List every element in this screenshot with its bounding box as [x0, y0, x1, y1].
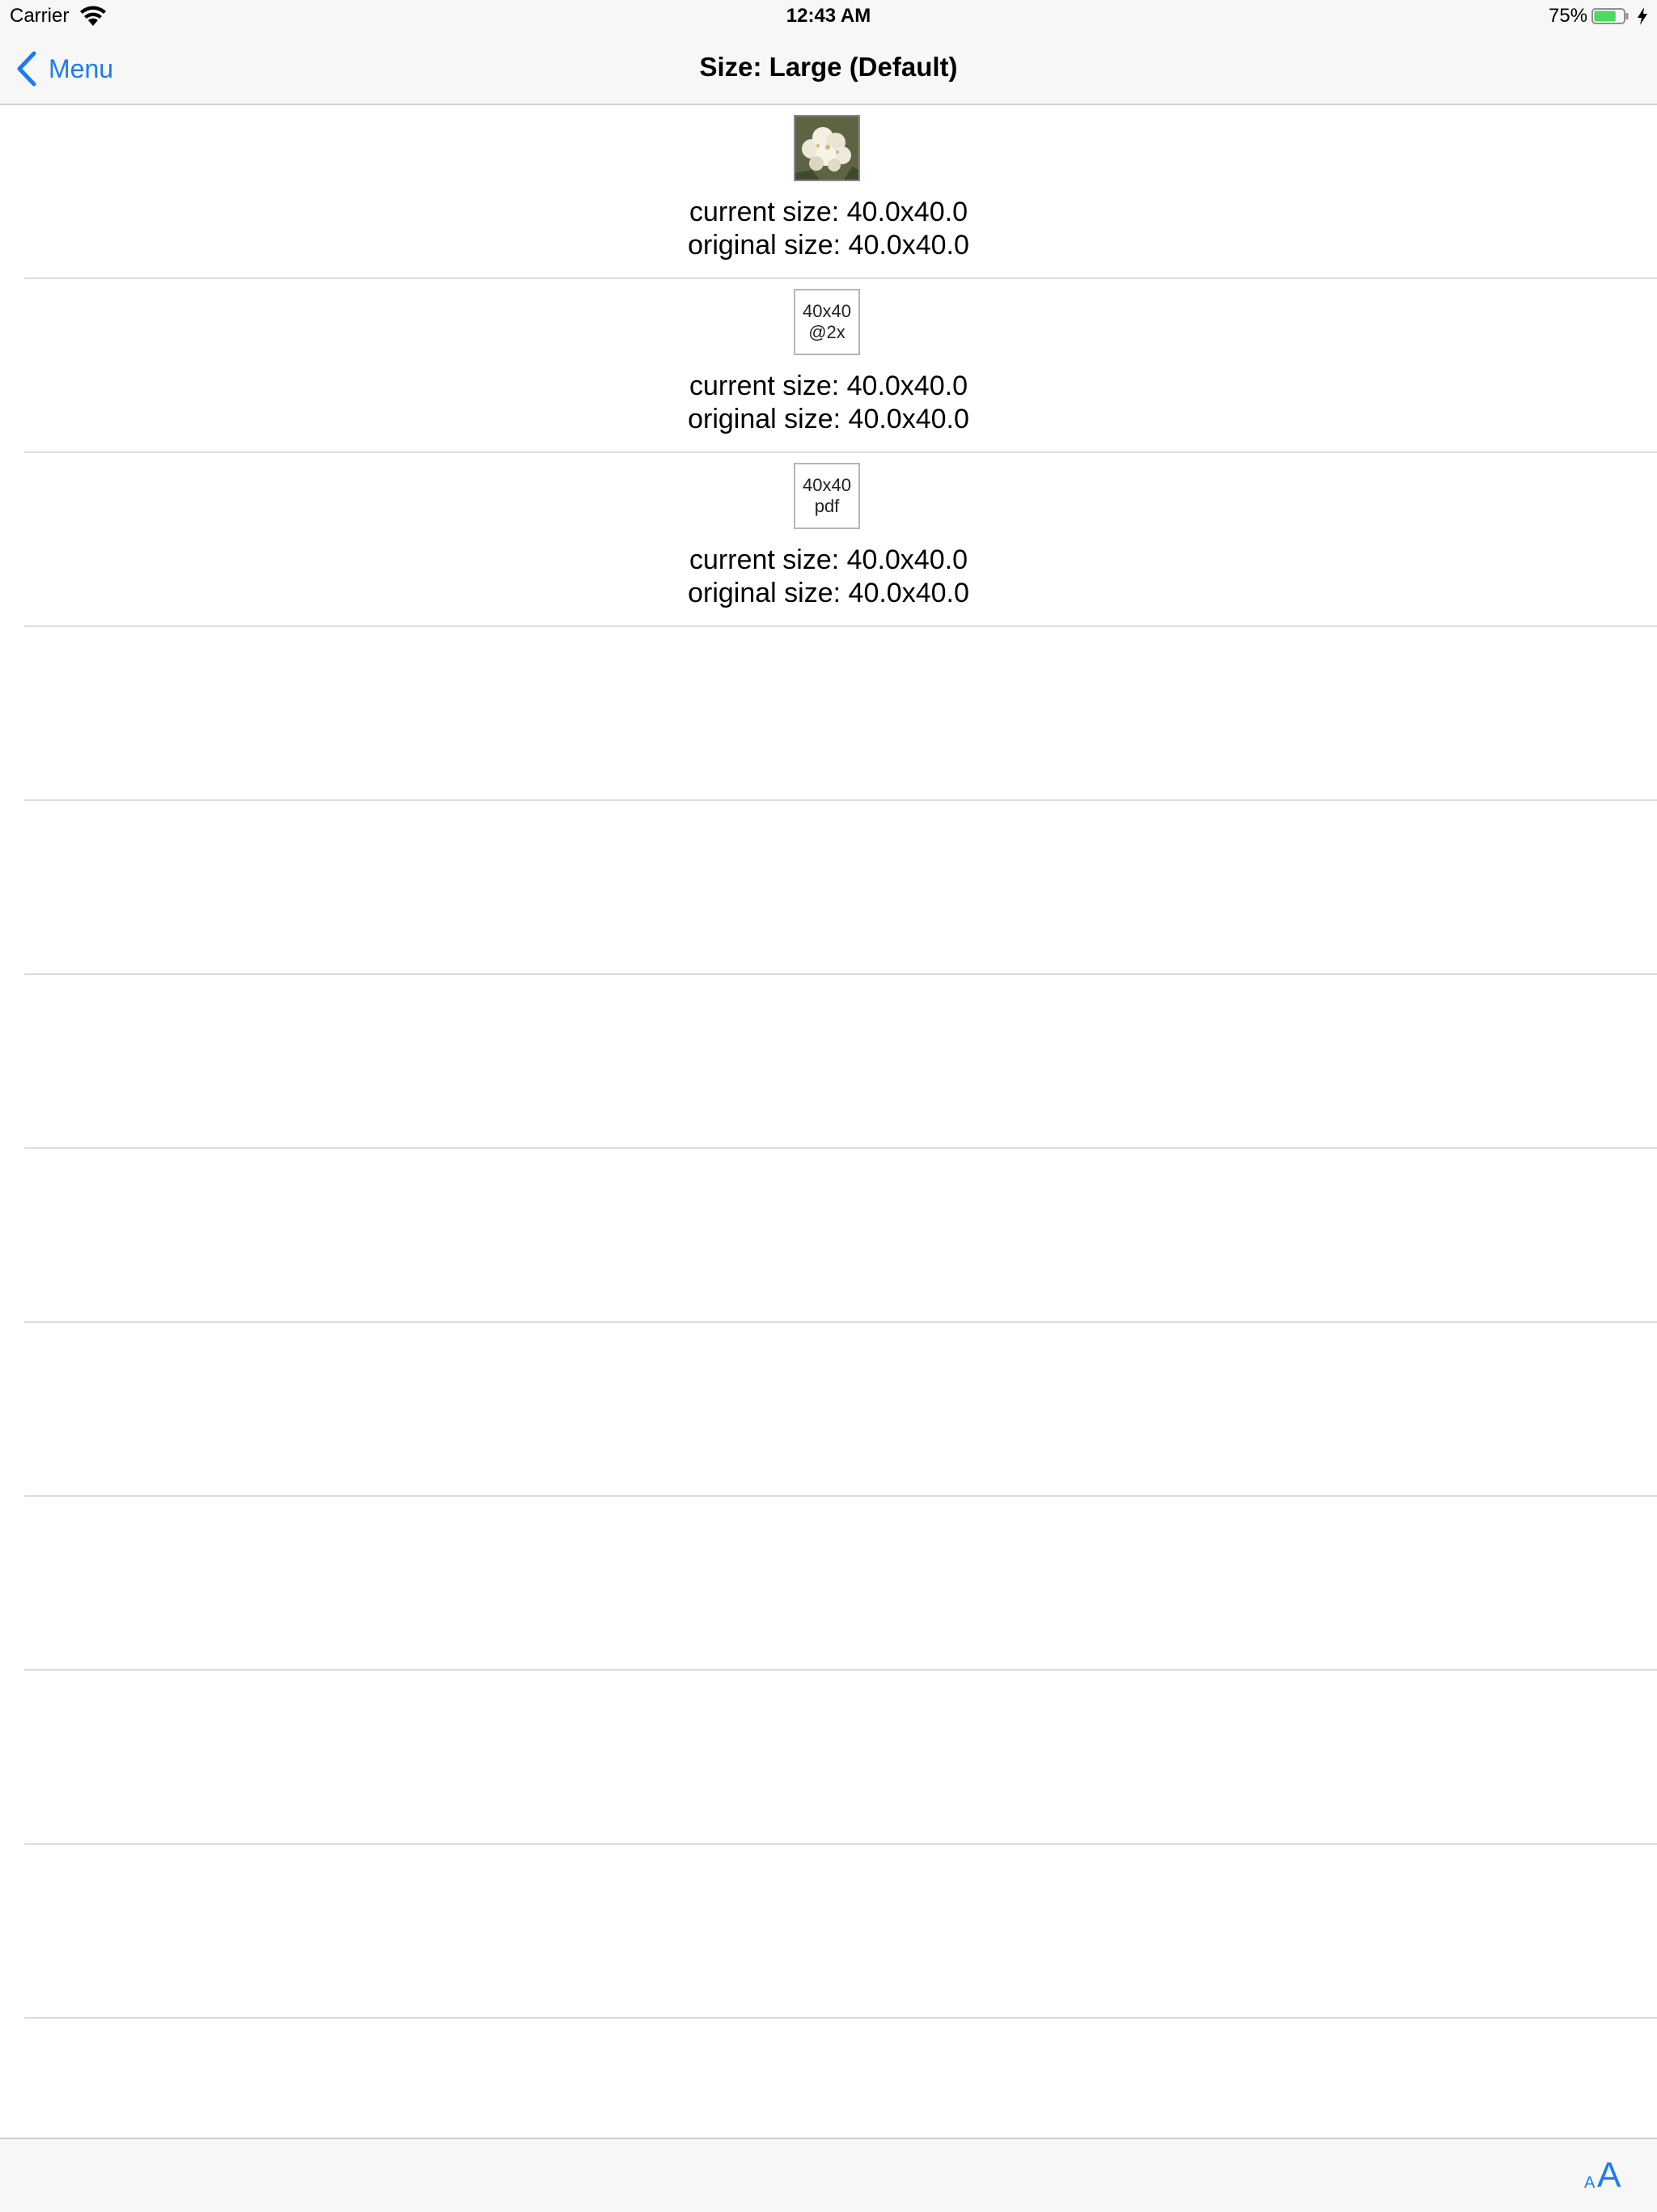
- flower-photo-image: [794, 115, 860, 181]
- current-size-label: current size: 40.0x40.0: [689, 545, 968, 575]
- empty-row: [0, 1323, 1657, 1497]
- empty-row: [0, 975, 1657, 1149]
- image-size-label: 40x40: [803, 475, 851, 495]
- navigation-bar: Menu Size: Large (Default): [0, 34, 1657, 105]
- empty-row: [0, 1845, 1657, 2019]
- charging-bolt-icon: [1638, 7, 1647, 25]
- original-size-label: original size: 40.0x40.0: [688, 404, 969, 434]
- text-size-small-icon: A: [1584, 2174, 1596, 2192]
- text-size-button[interactable]: A A: [1579, 2154, 1628, 2197]
- table-row: current size: 40.0x40.0 original size: 4…: [0, 105, 1657, 279]
- table-row: 40x40 @2x current size: 40.0x40.0 origin…: [0, 279, 1657, 453]
- status-bar: Carrier 12:43 AM 75%: [0, 0, 1657, 34]
- current-size-label: current size: 40.0x40.0: [689, 197, 968, 227]
- row-separator: [24, 2017, 1657, 2019]
- page-title: Size: Large (Default): [699, 52, 958, 82]
- placeholder-2x-image: 40x40 @2x: [794, 289, 860, 355]
- original-size-label: original size: 40.0x40.0: [688, 230, 969, 261]
- empty-row: [0, 801, 1657, 975]
- table-row: 40x40 pdf current size: 40.0x40.0 origin…: [0, 453, 1657, 627]
- image-scale-label: @2x: [808, 322, 845, 342]
- bottom-toolbar: A A: [0, 2138, 1657, 2212]
- empty-row: [0, 1149, 1657, 1323]
- status-time: 12:43 AM: [786, 5, 871, 27]
- original-size-label: original size: 40.0x40.0: [688, 578, 969, 608]
- current-size-label: current size: 40.0x40.0: [689, 371, 968, 401]
- placeholder-pdf-image: 40x40 pdf: [794, 463, 860, 529]
- empty-row: [0, 627, 1657, 801]
- image-size-label: 40x40: [803, 301, 851, 321]
- battery-percent: 75%: [1549, 5, 1588, 27]
- empty-row: [0, 1671, 1657, 1845]
- image-format-label: pdf: [814, 496, 840, 516]
- text-size-large-icon: A: [1597, 2155, 1621, 2195]
- empty-row: [0, 1497, 1657, 1671]
- image-size-table: current size: 40.0x40.0 original size: 4…: [0, 105, 1657, 2138]
- battery-icon: [1591, 8, 1629, 24]
